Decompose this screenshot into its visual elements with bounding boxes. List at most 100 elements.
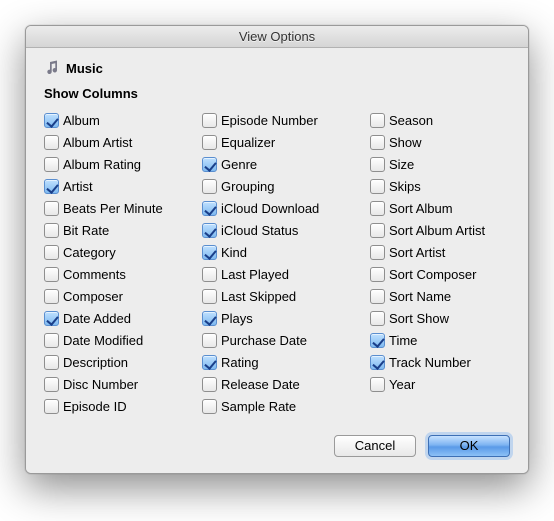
checkbox-label-album-artist: Album Artist — [63, 135, 132, 150]
column-option-grouping: Grouping — [202, 175, 370, 197]
column-option-sample-rate: Sample Rate — [202, 395, 370, 417]
checkbox-plays[interactable] — [202, 311, 217, 326]
column-option-sort-show: Sort Show — [370, 307, 528, 329]
checkbox-album[interactable] — [44, 113, 59, 128]
checkbox-label-sort-composer: Sort Composer — [389, 267, 476, 282]
checkbox-season[interactable] — [370, 113, 385, 128]
checkbox-equalizer[interactable] — [202, 135, 217, 150]
checkbox-track-number[interactable] — [370, 355, 385, 370]
music-icon — [44, 60, 60, 76]
checkbox-disc-number[interactable] — [44, 377, 59, 392]
column-option-purchase-date: Purchase Date — [202, 329, 370, 351]
column-option-kind: Kind — [202, 241, 370, 263]
checkbox-composer[interactable] — [44, 289, 59, 304]
checkbox-icloud-status[interactable] — [202, 223, 217, 238]
checkbox-album-artist[interactable] — [44, 135, 59, 150]
column-option-episode-number: Episode Number — [202, 109, 370, 131]
checkbox-size[interactable] — [370, 157, 385, 172]
cancel-button[interactable]: Cancel — [334, 435, 416, 457]
checkbox-kind[interactable] — [202, 245, 217, 260]
checkbox-label-genre: Genre — [221, 157, 257, 172]
checkbox-beats-per-minute[interactable] — [44, 201, 59, 216]
checkbox-date-added[interactable] — [44, 311, 59, 326]
checkbox-sample-rate[interactable] — [202, 399, 217, 414]
checkbox-label-category: Category — [63, 245, 116, 260]
checkbox-release-date[interactable] — [202, 377, 217, 392]
checkbox-label-equalizer: Equalizer — [221, 135, 275, 150]
checkbox-label-time: Time — [389, 333, 417, 348]
checkbox-sort-album[interactable] — [370, 201, 385, 216]
checkbox-year[interactable] — [370, 377, 385, 392]
checkbox-description[interactable] — [44, 355, 59, 370]
checkbox-album-rating[interactable] — [44, 157, 59, 172]
checkbox-rating[interactable] — [202, 355, 217, 370]
checkbox-comments[interactable] — [44, 267, 59, 282]
checkbox-genre[interactable] — [202, 157, 217, 172]
column-option-last-played: Last Played — [202, 263, 370, 285]
column-option-icloud-status: iCloud Status — [202, 219, 370, 241]
checkbox-skips[interactable] — [370, 179, 385, 194]
checkbox-label-sort-album-artist: Sort Album Artist — [389, 223, 485, 238]
column-option-comments: Comments — [44, 263, 202, 285]
checkbox-label-bit-rate: Bit Rate — [63, 223, 109, 238]
checkbox-episode-id[interactable] — [44, 399, 59, 414]
column-option-album-artist: Album Artist — [44, 131, 202, 153]
column-option-equalizer: Equalizer — [202, 131, 370, 153]
checkbox-sort-composer[interactable] — [370, 267, 385, 282]
checkbox-label-episode-number: Episode Number — [221, 113, 318, 128]
checkbox-label-season: Season — [389, 113, 433, 128]
section-heading: Show Columns — [44, 86, 510, 101]
checkbox-icloud-download[interactable] — [202, 201, 217, 216]
column-option-description: Description — [44, 351, 202, 373]
checkbox-label-rating: Rating — [221, 355, 259, 370]
checkbox-sort-album-artist[interactable] — [370, 223, 385, 238]
checkbox-label-description: Description — [63, 355, 128, 370]
window-titlebar: View Options — [26, 26, 528, 48]
checkbox-artist[interactable] — [44, 179, 59, 194]
checkbox-label-date-added: Date Added — [63, 311, 131, 326]
checkbox-label-comments: Comments — [63, 267, 126, 282]
checkbox-sort-show[interactable] — [370, 311, 385, 326]
window-content: Music Show Columns Album Album Artist Albu… — [26, 48, 528, 473]
column-option-rating: Rating — [202, 351, 370, 373]
checkbox-time[interactable] — [370, 333, 385, 348]
checkbox-label-size: Size — [389, 157, 414, 172]
column-option-size: Size — [370, 153, 528, 175]
checkbox-bit-rate[interactable] — [44, 223, 59, 238]
column-option-sort-artist: Sort Artist — [370, 241, 528, 263]
column-option-release-date: Release Date — [202, 373, 370, 395]
checkbox-label-episode-id: Episode ID — [63, 399, 127, 414]
checkbox-label-date-modified: Date Modified — [63, 333, 143, 348]
column-option-year: Year — [370, 373, 528, 395]
checkbox-label-artist: Artist — [63, 179, 93, 194]
button-row: Cancel OK — [44, 435, 510, 457]
checkbox-label-album: Album — [63, 113, 100, 128]
column-option-beats-per-minute: Beats Per Minute — [44, 197, 202, 219]
checkbox-label-purchase-date: Purchase Date — [221, 333, 307, 348]
checkbox-purchase-date[interactable] — [202, 333, 217, 348]
checkbox-last-skipped[interactable] — [202, 289, 217, 304]
checkbox-date-modified[interactable] — [44, 333, 59, 348]
ok-button[interactable]: OK — [428, 435, 510, 457]
checkbox-sort-name[interactable] — [370, 289, 385, 304]
column-option-skips: Skips — [370, 175, 528, 197]
checkbox-label-sort-name: Sort Name — [389, 289, 451, 304]
checkbox-label-skips: Skips — [389, 179, 421, 194]
checkbox-grouping[interactable] — [202, 179, 217, 194]
checkbox-label-year: Year — [389, 377, 415, 392]
column-option-last-skipped: Last Skipped — [202, 285, 370, 307]
checkbox-label-composer: Composer — [63, 289, 123, 304]
checkbox-episode-number[interactable] — [202, 113, 217, 128]
checkbox-show[interactable] — [370, 135, 385, 150]
column-option-date-added: Date Added — [44, 307, 202, 329]
header-row: Music — [44, 60, 510, 76]
column-option-icloud-download: iCloud Download — [202, 197, 370, 219]
checkbox-label-sort-artist: Sort Artist — [389, 245, 445, 260]
checkbox-label-plays: Plays — [221, 311, 253, 326]
checkbox-sort-artist[interactable] — [370, 245, 385, 260]
checkbox-label-sort-album: Sort Album — [389, 201, 453, 216]
checkbox-last-played[interactable] — [202, 267, 217, 282]
header-label: Music — [66, 61, 103, 76]
checkbox-category[interactable] — [44, 245, 59, 260]
column-option-album-rating: Album Rating — [44, 153, 202, 175]
